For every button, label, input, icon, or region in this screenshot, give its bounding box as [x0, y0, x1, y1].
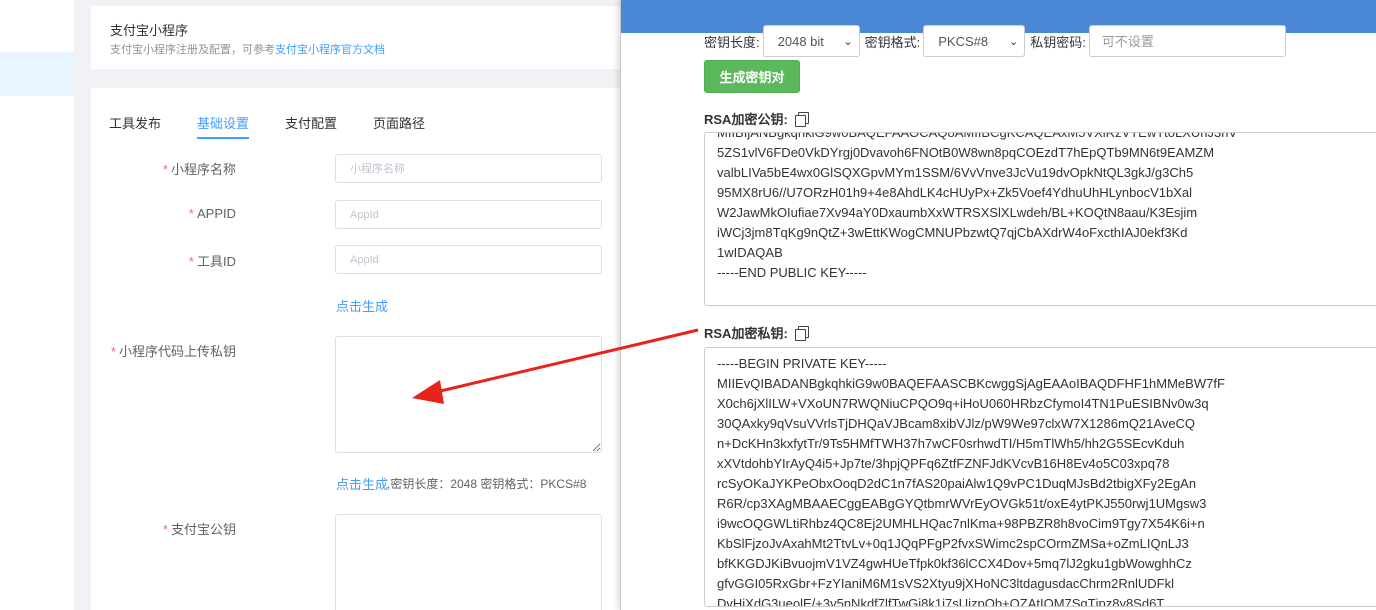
alipay-pubkey-label: * 支付宝公钥 — [162, 522, 236, 537]
tab-payment-config[interactable]: 支付配置 — [285, 113, 337, 137]
key-format-label: 密钥格式: — [864, 34, 921, 50]
appid-input[interactable] — [335, 200, 602, 229]
public-key-text: MIIBIjANBgkqhkiG9w0BAQEFAAOCAQ8AMIIBCgKC… — [717, 132, 1238, 280]
key-format-select[interactable]: PKCS#8 ⌄ — [923, 25, 1026, 57]
appid-label: * APPID — [188, 206, 236, 221]
tool-id-input[interactable] — [335, 245, 602, 274]
settings-card: 工具发布 基础设置 支付配置 页面路径 *小程序名称 *APPID *工具ID … — [91, 88, 631, 610]
official-docs-link[interactable]: 支付宝小程序官方文档 — [275, 44, 385, 56]
tab-tool-publish[interactable]: 工具发布 — [109, 113, 161, 137]
key-length-select[interactable]: 2048 bit ⌄ — [762, 25, 860, 57]
name-input[interactable] — [335, 154, 602, 183]
generate-keypair-button[interactable]: 生成密钥对 — [704, 60, 800, 93]
tab-bar: 工具发布 基础设置 支付配置 页面路径 — [109, 113, 461, 139]
key-options-row: 密钥长度: 2048 bit ⌄ 密钥格式: PKCS#8 ⌄ 私钥密码: — [704, 24, 1286, 58]
sidebar-active-item[interactable] — [0, 52, 74, 96]
app-sidebar — [0, 0, 74, 610]
page-description-text: 支付宝小程序注册及配置，可参考 — [110, 44, 275, 56]
chevron-down-icon: ⌄ — [1009, 35, 1019, 48]
private-key-title: RSA加密私钥: — [704, 323, 810, 342]
private-key-label: * 小程序代码上传私钥 — [110, 344, 236, 359]
tab-page-paths[interactable]: 页面路径 — [373, 113, 425, 137]
key-length-value: 2048 bit — [777, 33, 824, 49]
rsa-key-dialog: 密钥长度: 2048 bit ⌄ 密钥格式: PKCS#8 ⌄ 私钥密码: 生成… — [620, 0, 1376, 610]
generate-link-private-key[interactable]: 点击生成 — [336, 474, 388, 493]
header-card: 支付宝小程序 支付宝小程序注册及配置，可参考支付宝小程序官方文档 — [91, 6, 631, 69]
page-title: 支付宝小程序 — [110, 23, 189, 38]
generate-link-tool-id[interactable]: 点击生成 — [336, 296, 388, 315]
public-key-title: RSA加密公钥: — [704, 109, 810, 128]
page-description: 支付宝小程序注册及配置，可参考支付宝小程序官方文档 — [110, 41, 385, 57]
copy-icon[interactable] — [794, 111, 810, 127]
key-password-label: 私钥密码: — [1030, 34, 1086, 50]
key-password-input[interactable] — [1088, 25, 1286, 57]
alipay-pubkey-textarea[interactable] — [335, 514, 602, 610]
copy-icon[interactable] — [794, 325, 810, 341]
private-key-textarea[interactable] — [335, 336, 602, 453]
public-key-textarea[interactable]: MIIBIjANBgkqhkiG9w0BAQEFAAOCAQ8AMIIBCgKC… — [704, 132, 1376, 306]
tool-id-label: * 工具ID — [188, 254, 236, 269]
key-length-label: 密钥长度: — [704, 34, 760, 50]
tab-basic-settings[interactable]: 基础设置 — [197, 113, 250, 139]
key-format-hint: ,密钥长度：2048 密钥格式：PKCS#8 — [387, 477, 587, 491]
private-key-text: -----BEGIN PRIVATE KEY----- MIIEvQIBADAN… — [717, 356, 1225, 607]
key-format-value: PKCS#8 — [938, 33, 989, 49]
private-key-output-textarea[interactable]: -----BEGIN PRIVATE KEY----- MIIEvQIBADAN… — [704, 347, 1376, 607]
name-label: * 小程序名称 — [162, 162, 236, 177]
chevron-down-icon: ⌄ — [843, 35, 853, 48]
